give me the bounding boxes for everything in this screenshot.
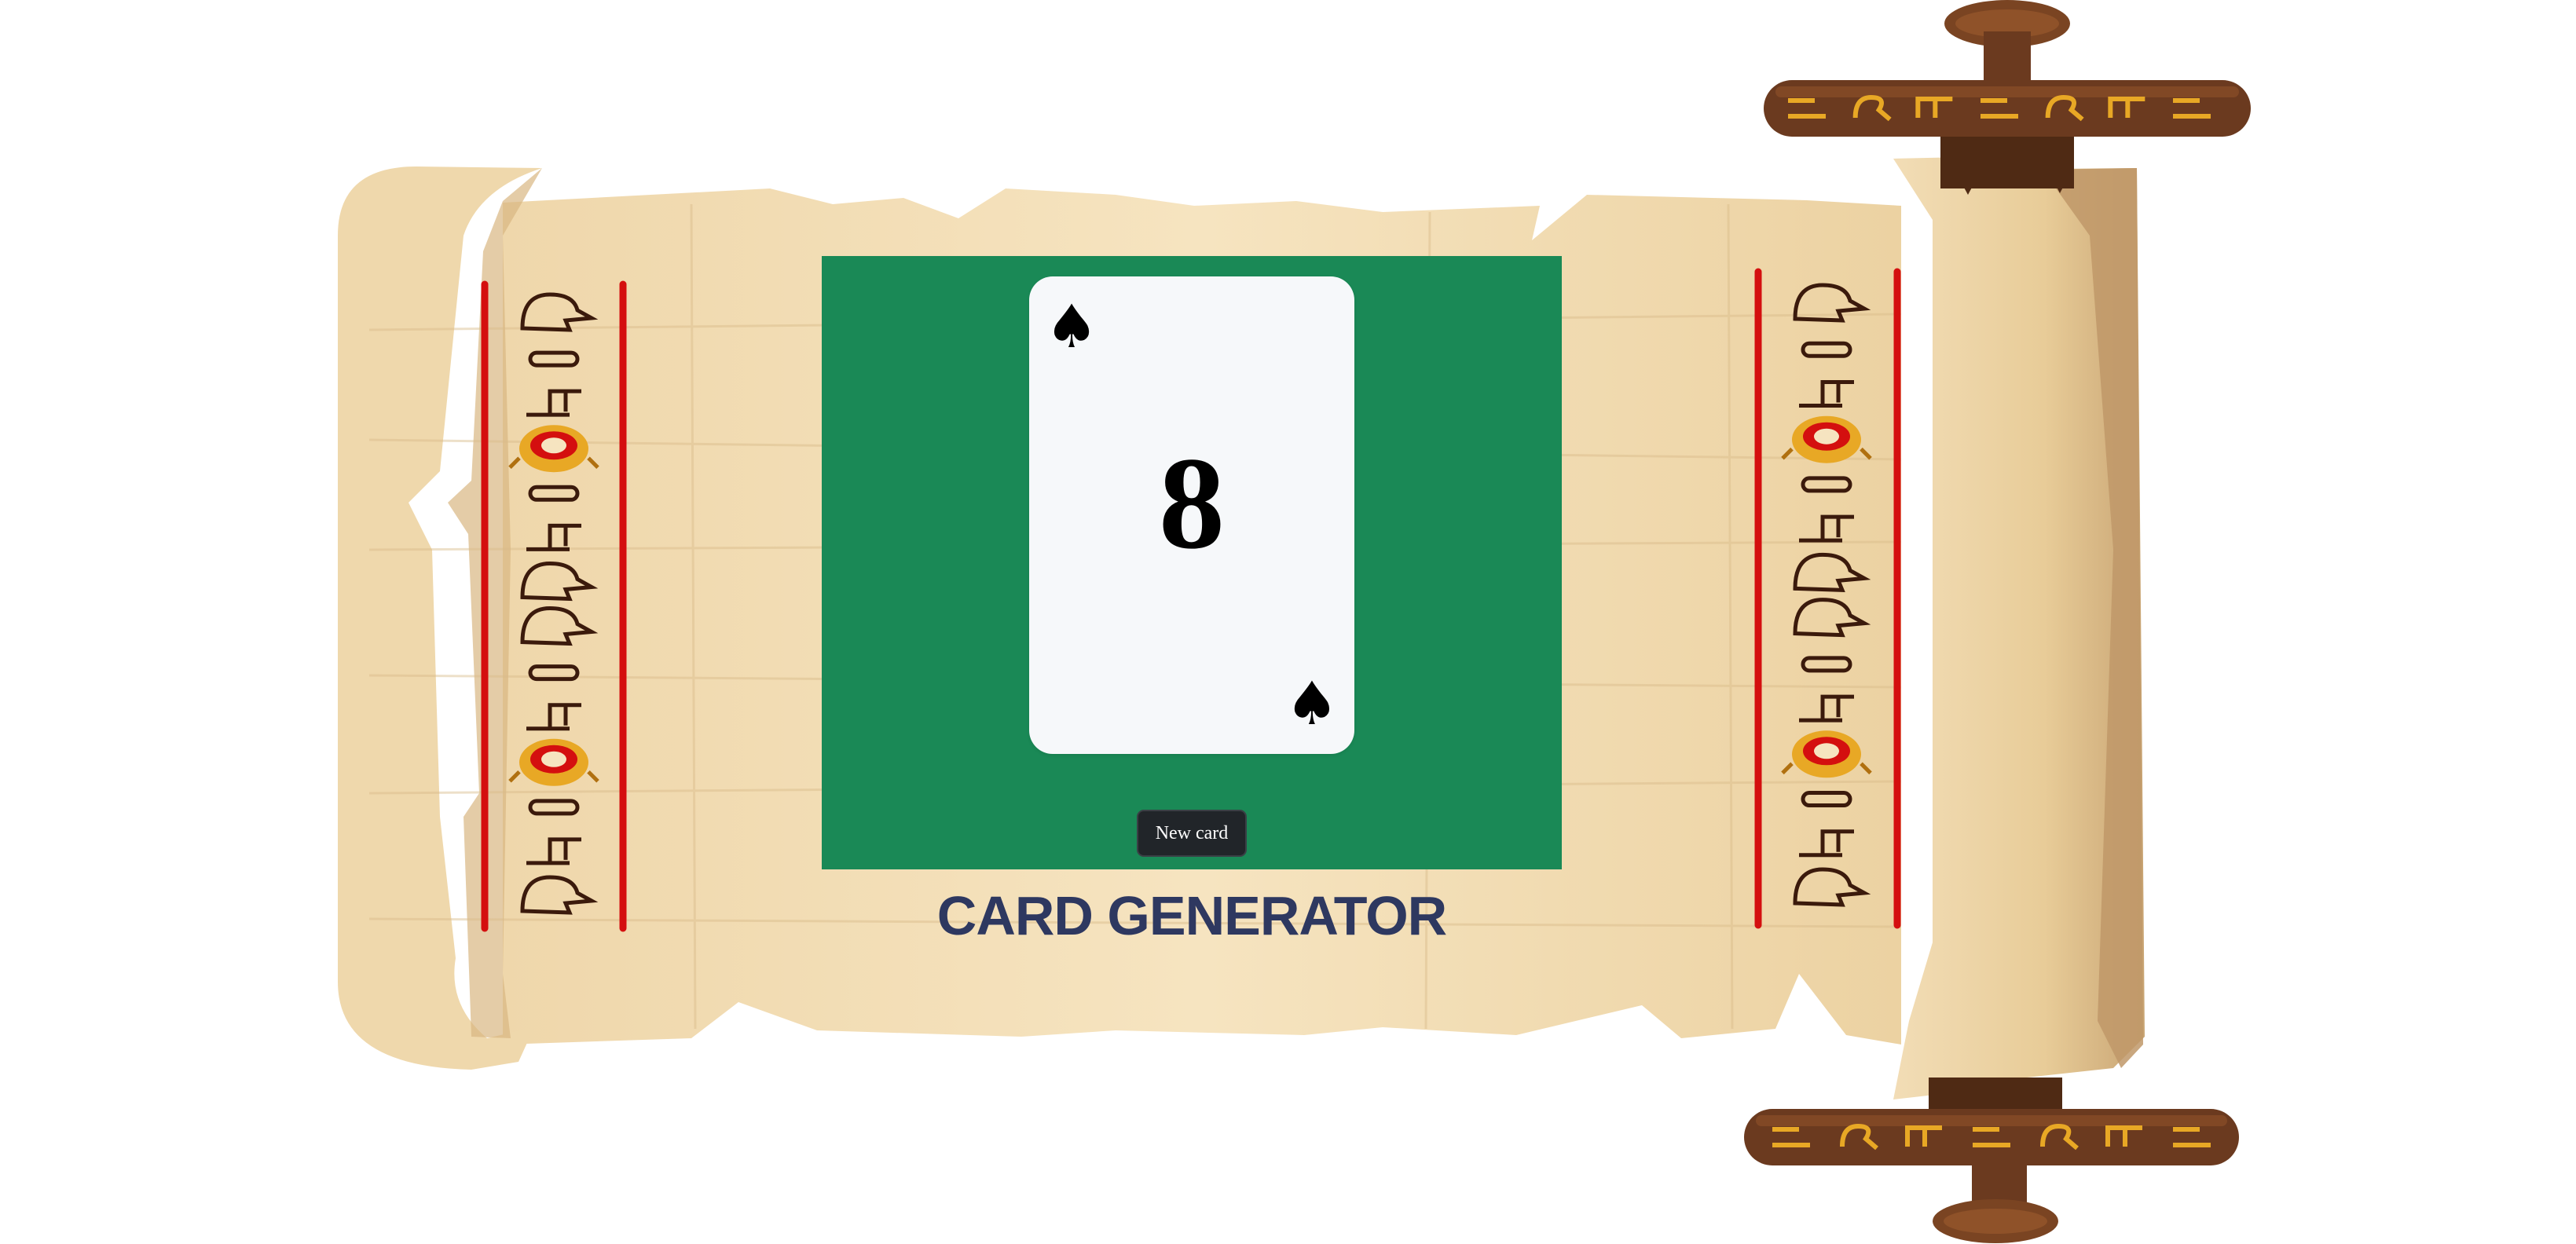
- new-card-button[interactable]: New card: [1137, 810, 1247, 857]
- spade-icon-top: ♠: [1045, 291, 1099, 361]
- scroll-roller-icon-bottom: [1744, 1078, 2239, 1243]
- page-title: CARD GENERATOR: [936, 885, 1447, 946]
- spade-icon-bottom: ♠: [1284, 668, 1339, 738]
- playing-card: ♠ 8 ♠: [1029, 276, 1354, 754]
- card-value: 8: [1159, 430, 1225, 576]
- scroll-roller-icon-top: [1764, 0, 2251, 195]
